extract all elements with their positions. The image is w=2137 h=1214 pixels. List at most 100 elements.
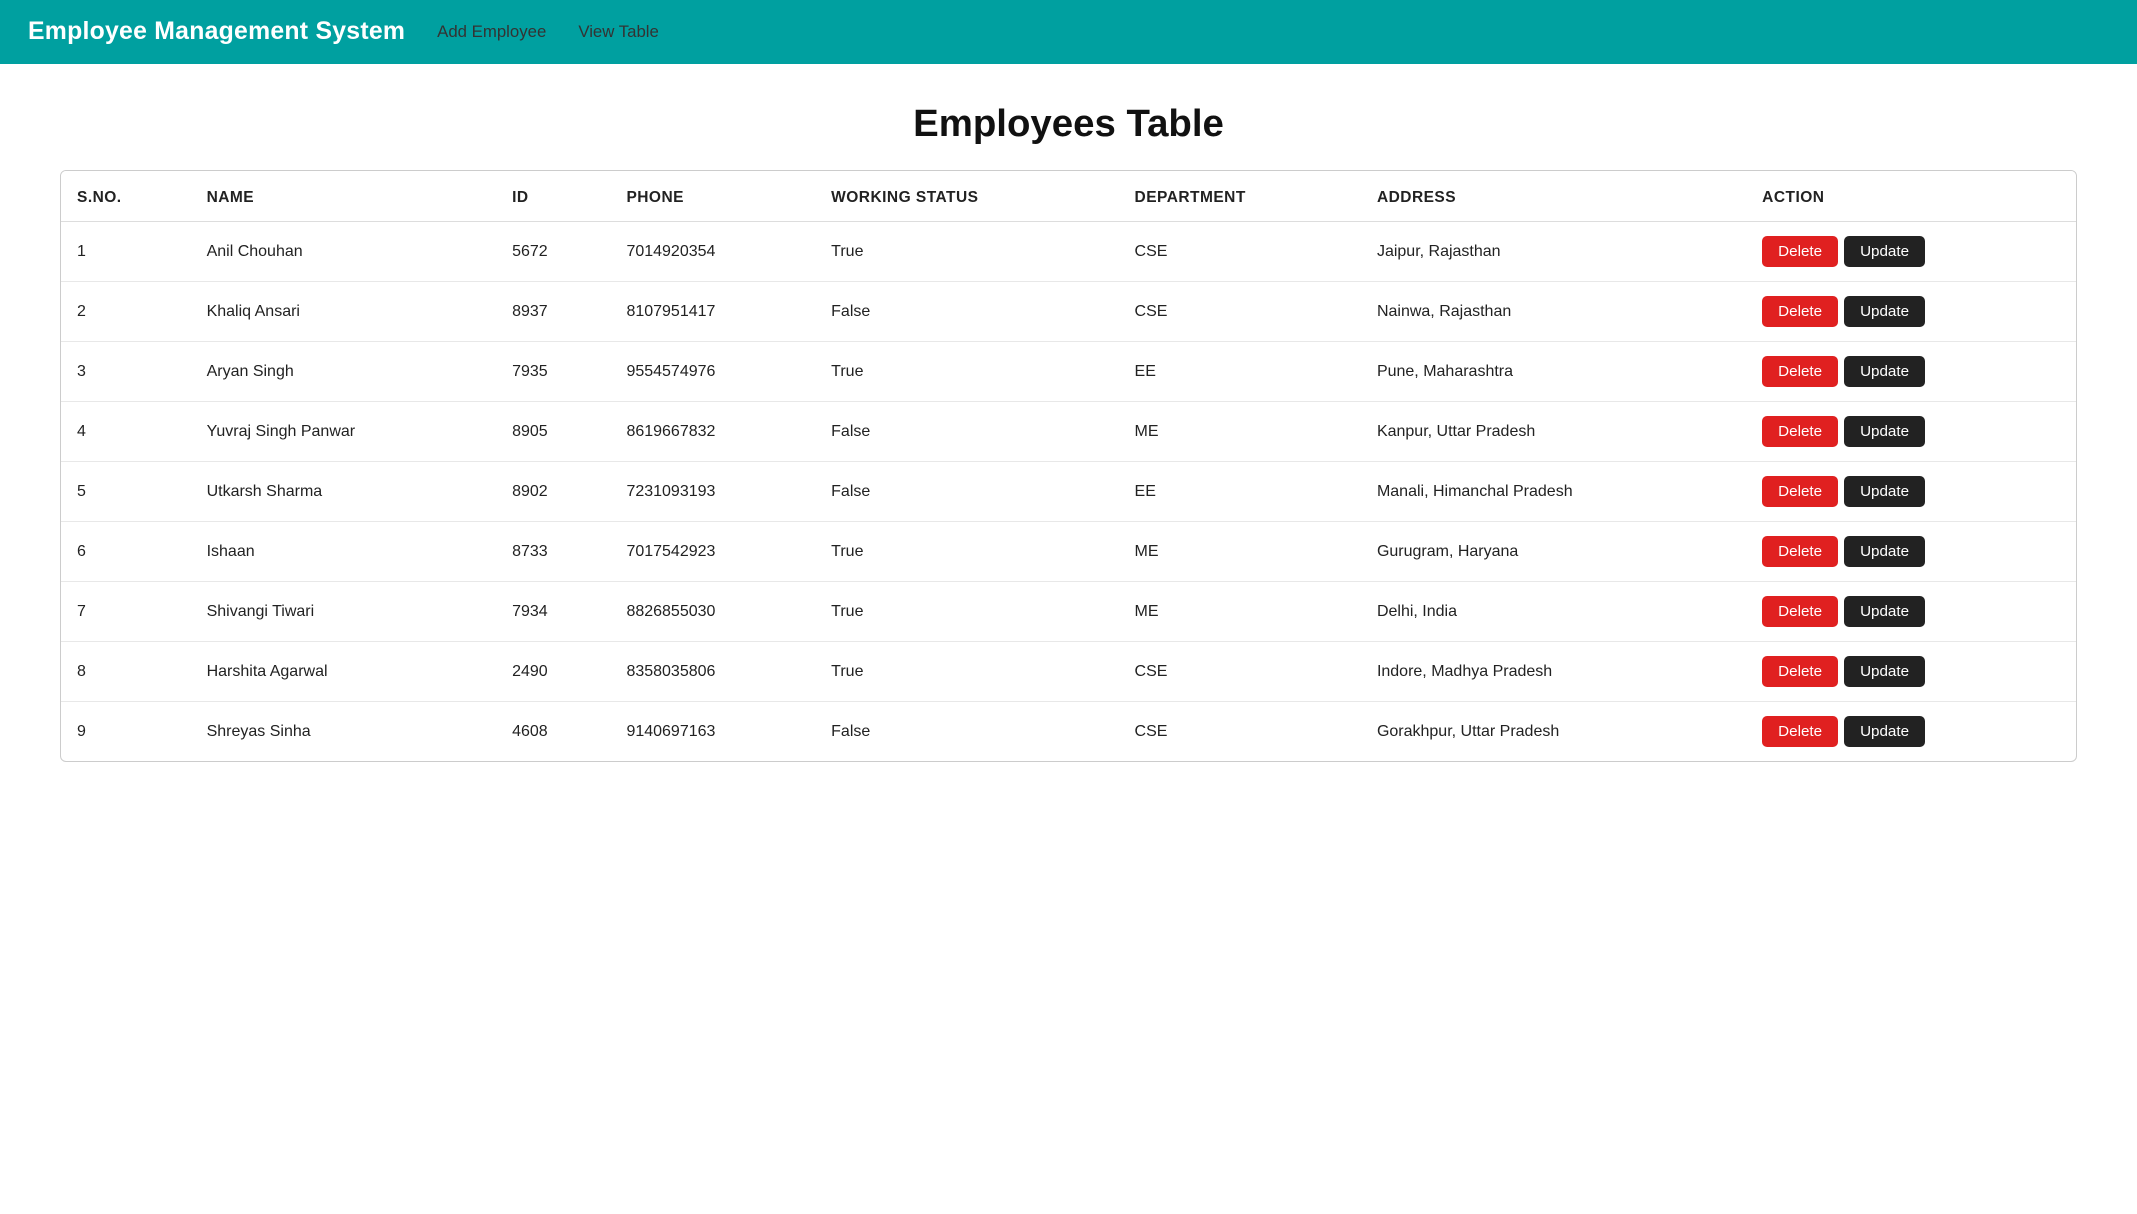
cell-working-status: True xyxy=(815,342,1118,402)
cell-sno: 2 xyxy=(61,282,191,342)
cell-address: Delhi, India xyxy=(1361,582,1746,642)
delete-button[interactable]: Delete xyxy=(1762,296,1838,327)
table-row: 2Khaliq Ansari89378107951417FalseCSENain… xyxy=(61,282,2076,342)
cell-id: 8902 xyxy=(496,462,610,522)
cell-department: CSE xyxy=(1119,702,1361,762)
cell-id: 8733 xyxy=(496,522,610,582)
cell-name: Harshita Agarwal xyxy=(191,642,496,702)
cell-id: 2490 xyxy=(496,642,610,702)
cell-sno: 6 xyxy=(61,522,191,582)
cell-action: DeleteUpdate xyxy=(1746,402,2076,462)
update-button[interactable]: Update xyxy=(1844,296,1925,327)
cell-department: ME xyxy=(1119,522,1361,582)
cell-phone: 8107951417 xyxy=(610,282,815,342)
cell-name: Shreyas Sinha xyxy=(191,702,496,762)
cell-department: ME xyxy=(1119,402,1361,462)
cell-action: DeleteUpdate xyxy=(1746,522,2076,582)
cell-address: Gurugram, Haryana xyxy=(1361,522,1746,582)
col-header-s.no.: S.NO. xyxy=(61,171,191,222)
cell-phone: 8358035806 xyxy=(610,642,815,702)
table-row: 1Anil Chouhan56727014920354TrueCSEJaipur… xyxy=(61,222,2076,282)
employees-table: S.NO.NAMEIDPHONEWORKING STATUSDEPARTMENT… xyxy=(61,171,2076,761)
cell-action: DeleteUpdate xyxy=(1746,282,2076,342)
cell-sno: 7 xyxy=(61,582,191,642)
update-button[interactable]: Update xyxy=(1844,536,1925,567)
cell-department: CSE xyxy=(1119,642,1361,702)
delete-button[interactable]: Delete xyxy=(1762,236,1838,267)
cell-id: 7935 xyxy=(496,342,610,402)
employees-table-wrapper: S.NO.NAMEIDPHONEWORKING STATUSDEPARTMENT… xyxy=(60,170,2077,762)
cell-working-status: True xyxy=(815,582,1118,642)
table-body: 1Anil Chouhan56727014920354TrueCSEJaipur… xyxy=(61,222,2076,762)
nav-add-employee[interactable]: Add Employee xyxy=(437,22,546,42)
table-row: 7Shivangi Tiwari79348826855030TrueMEDelh… xyxy=(61,582,2076,642)
cell-address: Nainwa, Rajasthan xyxy=(1361,282,1746,342)
table-row: 9Shreyas Sinha46089140697163FalseCSEGora… xyxy=(61,702,2076,762)
cell-address: Indore, Madhya Pradesh xyxy=(1361,642,1746,702)
cell-action: DeleteUpdate xyxy=(1746,342,2076,402)
delete-button[interactable]: Delete xyxy=(1762,416,1838,447)
update-button[interactable]: Update xyxy=(1844,596,1925,627)
navbar: Employee Management System Add Employee … xyxy=(0,0,2137,64)
table-row: 5Utkarsh Sharma89027231093193FalseEEMana… xyxy=(61,462,2076,522)
nav-view-table[interactable]: View Table xyxy=(578,22,659,42)
cell-phone: 9554574976 xyxy=(610,342,815,402)
table-row: 8Harshita Agarwal24908358035806TrueCSEIn… xyxy=(61,642,2076,702)
cell-name: Khaliq Ansari xyxy=(191,282,496,342)
page-title: Employees Table xyxy=(0,102,2137,146)
cell-id: 4608 xyxy=(496,702,610,762)
update-button[interactable]: Update xyxy=(1844,416,1925,447)
cell-sno: 5 xyxy=(61,462,191,522)
col-header-name: NAME xyxy=(191,171,496,222)
cell-name: Aryan Singh xyxy=(191,342,496,402)
cell-department: EE xyxy=(1119,462,1361,522)
update-button[interactable]: Update xyxy=(1844,716,1925,747)
cell-working-status: True xyxy=(815,522,1118,582)
delete-button[interactable]: Delete xyxy=(1762,476,1838,507)
cell-id: 7934 xyxy=(496,582,610,642)
cell-name: Shivangi Tiwari xyxy=(191,582,496,642)
cell-working-status: False xyxy=(815,402,1118,462)
update-button[interactable]: Update xyxy=(1844,656,1925,687)
cell-action: DeleteUpdate xyxy=(1746,582,2076,642)
delete-button[interactable]: Delete xyxy=(1762,356,1838,387)
update-button[interactable]: Update xyxy=(1844,236,1925,267)
cell-id: 8937 xyxy=(496,282,610,342)
cell-phone: 8619667832 xyxy=(610,402,815,462)
col-header-address: ADDRESS xyxy=(1361,171,1746,222)
cell-phone: 7017542923 xyxy=(610,522,815,582)
cell-action: DeleteUpdate xyxy=(1746,222,2076,282)
cell-department: CSE xyxy=(1119,222,1361,282)
cell-name: Ishaan xyxy=(191,522,496,582)
cell-address: Jaipur, Rajasthan xyxy=(1361,222,1746,282)
cell-sno: 8 xyxy=(61,642,191,702)
table-header: S.NO.NAMEIDPHONEWORKING STATUSDEPARTMENT… xyxy=(61,171,2076,222)
cell-working-status: True xyxy=(815,222,1118,282)
col-header-phone: PHONE xyxy=(610,171,815,222)
cell-address: Kanpur, Uttar Pradesh xyxy=(1361,402,1746,462)
update-button[interactable]: Update xyxy=(1844,476,1925,507)
cell-department: ME xyxy=(1119,582,1361,642)
delete-button[interactable]: Delete xyxy=(1762,716,1838,747)
cell-working-status: False xyxy=(815,282,1118,342)
table-row: 3Aryan Singh79359554574976TrueEEPune, Ma… xyxy=(61,342,2076,402)
cell-department: CSE xyxy=(1119,282,1361,342)
cell-phone: 8826855030 xyxy=(610,582,815,642)
table-row: 6Ishaan87337017542923TrueMEGurugram, Har… xyxy=(61,522,2076,582)
col-header-id: ID xyxy=(496,171,610,222)
cell-name: Utkarsh Sharma xyxy=(191,462,496,522)
nav-brand: Employee Management System xyxy=(28,18,405,46)
delete-button[interactable]: Delete xyxy=(1762,656,1838,687)
cell-sno: 3 xyxy=(61,342,191,402)
cell-sno: 4 xyxy=(61,402,191,462)
delete-button[interactable]: Delete xyxy=(1762,596,1838,627)
cell-address: Pune, Maharashtra xyxy=(1361,342,1746,402)
delete-button[interactable]: Delete xyxy=(1762,536,1838,567)
cell-working-status: False xyxy=(815,462,1118,522)
col-header-department: DEPARTMENT xyxy=(1119,171,1361,222)
col-header-action: ACTION xyxy=(1746,171,2076,222)
cell-action: DeleteUpdate xyxy=(1746,462,2076,522)
cell-id: 8905 xyxy=(496,402,610,462)
cell-address: Gorakhpur, Uttar Pradesh xyxy=(1361,702,1746,762)
update-button[interactable]: Update xyxy=(1844,356,1925,387)
